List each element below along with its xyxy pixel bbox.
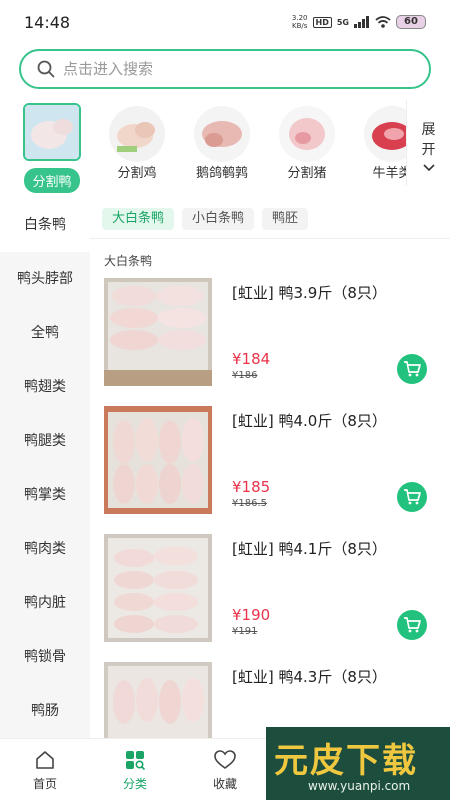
net-speed: 3.20 KB/s: [292, 14, 308, 30]
product-content: 大白条鸭 小白条鸭 鸭胚 大白条鸭 [虹业] 鸭3.9斤（8只） ¥184 ¥1…: [90, 198, 450, 770]
home-icon: [36, 751, 54, 769]
expand-categories-button[interactable]: 展 开: [406, 100, 450, 186]
product-card[interactable]: [虹业] 鸭4.0斤（8只） ¥185 ¥186.5: [90, 406, 450, 518]
sidebar-item-yachang[interactable]: 鸭肠: [0, 684, 90, 738]
nav-home-label: 首页: [32, 777, 57, 791]
category-icon: [126, 751, 146, 771]
product-name: [虹业] 鸭3.9斤（8只）: [232, 284, 387, 302]
divider: [90, 238, 450, 239]
nav-category-label: 分类: [122, 777, 147, 791]
add-to-cart-button[interactable]: [397, 610, 427, 640]
product-price: ¥184: [232, 350, 271, 368]
product-old-price: ¥191: [232, 626, 258, 637]
wifi-icon: [375, 16, 391, 28]
product-old-price: ¥186: [232, 370, 258, 381]
nav-home[interactable]: 首页: [15, 749, 75, 792]
category-e-ge-anchun[interactable]: 鹅鸽鹌鹑: [183, 100, 261, 181]
category-image: [279, 106, 335, 162]
cart-icon: [404, 361, 421, 377]
subtab-xiaobaitiaoya[interactable]: 小白条鸭: [182, 208, 255, 230]
net-speed-value: 3.20: [291, 14, 308, 22]
chevron-down-icon: [422, 164, 435, 172]
search-input[interactable]: [63, 60, 393, 78]
add-to-cart-button[interactable]: [397, 482, 427, 512]
sidebar-item-yachi[interactable]: 鸭翅类: [0, 360, 90, 414]
status-bar: 14:48 3.20 KB/s HD 5G 60: [0, 0, 450, 46]
product-card[interactable]: [虹业] 鸭4.1斤（8只） ¥190 ¥191: [90, 534, 450, 646]
nav-favorites[interactable]: 收藏: [195, 749, 255, 792]
category-label: 分割猪: [287, 166, 327, 181]
cart-icon: [404, 489, 421, 505]
net-speed-unit: KB/s: [292, 22, 308, 30]
subtab-yapei[interactable]: 鸭胚: [262, 208, 309, 230]
category-fenge-zhu[interactable]: 分割猪: [268, 100, 346, 181]
product-name: [虹业] 鸭4.1斤（8只）: [232, 540, 387, 558]
status-icons: 3.20 KB/s HD 5G 60: [292, 14, 426, 30]
product-price: ¥185: [232, 478, 271, 496]
category-fenge-ji[interactable]: 分割鸡: [98, 100, 176, 181]
sidebar-item-yasuogu[interactable]: 鸭锁骨: [0, 630, 90, 684]
sidebar-item-yatou-bo[interactable]: 鸭头脖部: [0, 252, 90, 306]
status-time: 14:48: [24, 13, 71, 32]
watermark: 元皮下载 www.yuanpi.com: [266, 727, 450, 800]
product-price: ¥190: [232, 606, 271, 624]
category-fenge-ya[interactable]: 分割鸭: [13, 100, 91, 193]
category-label: 分割鸡: [117, 166, 157, 181]
category-image: [109, 106, 165, 162]
search-icon: [37, 60, 55, 78]
product-image: [104, 278, 212, 386]
sidebar-item-yazhang[interactable]: 鸭掌类: [0, 468, 90, 522]
sidebar-item-yatui[interactable]: 鸭腿类: [0, 414, 90, 468]
category-label: 分割鸭: [24, 168, 80, 193]
add-to-cart-button[interactable]: [397, 354, 427, 384]
hd-icon: HD: [312, 16, 332, 28]
nav-category[interactable]: 分类: [105, 749, 165, 792]
sidebar-item-baitiaoya[interactable]: 白条鸭: [0, 198, 90, 252]
category-image: [194, 106, 250, 162]
product-name: [虹业] 鸭4.3斤（8只）: [232, 668, 387, 686]
sidebar-item-quanya[interactable]: 全鸭: [0, 306, 90, 360]
search-bar[interactable]: [19, 49, 431, 89]
subtabs: 大白条鸭 小白条鸭 鸭胚: [102, 208, 309, 230]
sidebar-item-yaneizang[interactable]: 鸭内脏: [0, 576, 90, 630]
nav-favorites-label: 收藏: [212, 777, 237, 791]
section-title: 大白条鸭: [104, 254, 153, 268]
product-old-price: ¥186.5: [232, 498, 267, 509]
product-image: [104, 534, 212, 642]
expand-label-2: 开: [421, 142, 436, 158]
sidebar: 白条鸭 鸭头脖部 全鸭 鸭翅类 鸭腿类 鸭掌类 鸭肉类 鸭内脏 鸭锁骨 鸭肠: [0, 198, 90, 738]
product-image: [104, 406, 212, 514]
watermark-title: 元皮下载: [274, 741, 418, 781]
category-image: [23, 103, 81, 161]
battery-icon: 60: [396, 15, 426, 29]
product-card[interactable]: [虹业] 鸭3.9斤（8只） ¥184 ¥186: [90, 278, 450, 390]
category-strip: 分割鸭 分割鸡 鹅鸽鹌鹑 分割猪 牛羊类 展 开: [0, 100, 450, 196]
subtab-dabaitiaoya[interactable]: 大白条鸭: [102, 208, 175, 230]
signal-icon: [354, 16, 369, 28]
heart-icon: [214, 750, 236, 769]
sidebar-item-yarou[interactable]: 鸭肉类: [0, 522, 90, 576]
cart-icon: [404, 617, 421, 633]
category-label: 鹅鸽鹌鹑: [195, 166, 248, 181]
app-screen: 14:48 3.20 KB/s HD 5G 60 点击进入搜索 分割鸭 分割鸡 …: [0, 0, 450, 800]
expand-label-1: 展: [421, 122, 436, 138]
product-name: [虹业] 鸭4.0斤（8只）: [232, 412, 387, 430]
network-type: 5G: [336, 17, 349, 27]
watermark-url: www.yuanpi.com: [308, 779, 411, 793]
